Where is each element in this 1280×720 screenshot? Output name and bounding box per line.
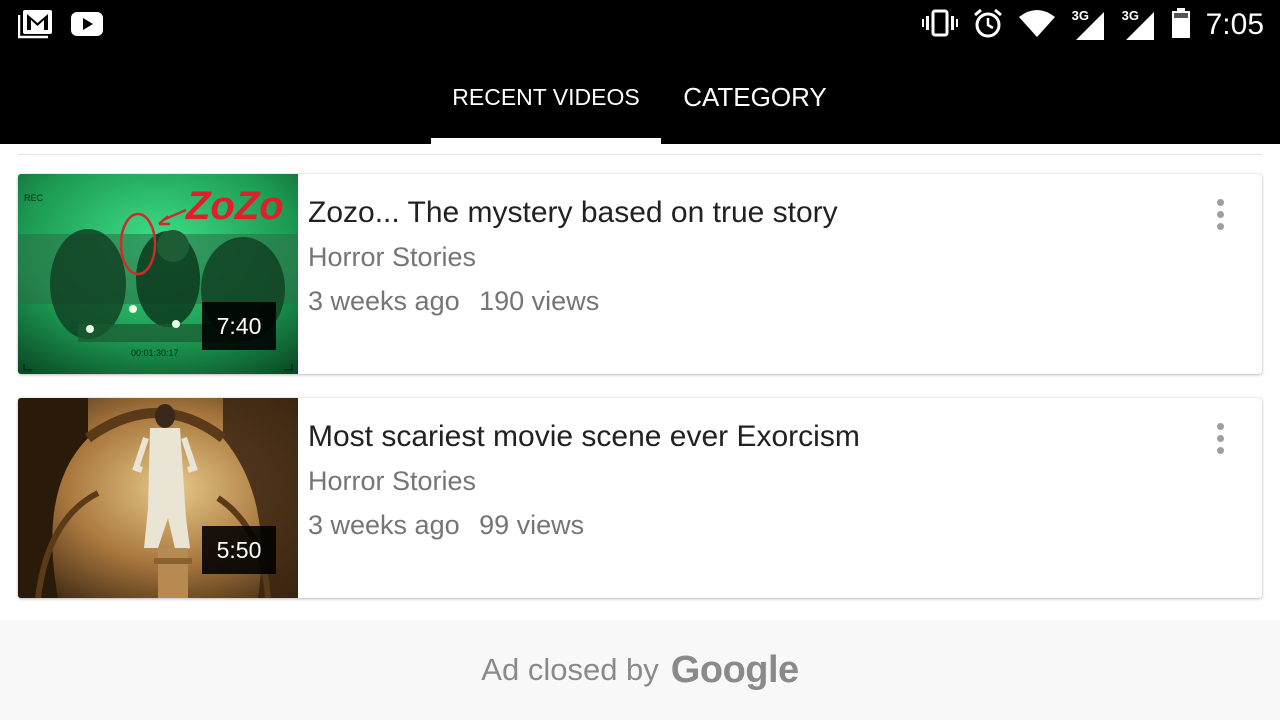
status-bar: 3G 3G 7:05 <box>0 0 1280 50</box>
more-vert-icon <box>1216 222 1224 230</box>
more-vert-icon <box>1216 446 1224 454</box>
video-meta: 3 weeks ago 190 views <box>308 281 1188 321</box>
thumbnail-rec-label: REC <box>24 193 44 203</box>
wifi-icon <box>1018 8 1056 43</box>
more-vert-icon <box>1216 198 1224 206</box>
more-options-button[interactable] <box>1200 418 1240 458</box>
tab-bar: RECENT VIDEOS CATEGORY <box>0 50 1280 144</box>
divider <box>18 154 1262 155</box>
tab-recent-videos[interactable]: RECENT VIDEOS <box>431 50 661 144</box>
video-card[interactable]: 5:50 Most scariest movie scene ever Exor… <box>18 398 1262 598</box>
notification-icons <box>17 9 104 44</box>
video-title[interactable]: Most scariest movie scene ever Exorcism <box>308 416 1188 458</box>
ad-brand-logo: Google <box>670 648 799 691</box>
gmail-icon <box>17 9 54 44</box>
system-icons: 3G 3G 7:05 <box>921 4 1264 46</box>
video-thumbnail[interactable]: 5:50 <box>18 398 298 598</box>
ad-banner: Ad closed by Google <box>0 620 1280 720</box>
video-meta: 3 weeks ago 99 views <box>308 505 1188 545</box>
thumbnail-timestamp: 00:01:30:17 <box>131 348 179 358</box>
ad-closed-text: Ad closed by <box>481 652 659 687</box>
view-count: 99 views <box>479 510 585 540</box>
view-count: 190 views <box>479 286 600 316</box>
upload-age: 3 weeks ago <box>308 286 460 316</box>
youtube-icon <box>70 9 104 44</box>
video-title[interactable]: Zozo... The mystery based on true story <box>308 192 1188 234</box>
duration-badge: 5:50 <box>202 526 276 574</box>
video-thumbnail[interactable]: ZoZo REC 00:01:30:17 7:40 <box>18 174 298 374</box>
signal-1: 3G <box>1070 8 1106 42</box>
channel-name: Horror Stories <box>308 242 477 272</box>
tab-category[interactable]: CATEGORY <box>672 50 838 144</box>
video-card[interactable]: ZoZo REC 00:01:30:17 7:40 Zozo... The my… <box>18 174 1262 374</box>
signal-2: 3G <box>1120 8 1156 42</box>
alarm-icon <box>972 7 1004 44</box>
duration-badge: 7:40 <box>202 302 276 350</box>
upload-age: 3 weeks ago <box>308 510 460 540</box>
clock: 7:05 <box>1205 8 1264 41</box>
channel-name: Horror Stories <box>308 466 477 496</box>
battery-icon <box>1170 7 1192 44</box>
more-vert-icon <box>1216 422 1224 430</box>
thumbnail-overlay-text: ZoZo <box>185 184 284 228</box>
video-info: Zozo... The mystery based on true story … <box>308 192 1188 321</box>
video-list: ZoZo REC 00:01:30:17 7:40 Zozo... The my… <box>0 144 1280 620</box>
video-info: Most scariest movie scene ever Exorcism … <box>308 416 1188 545</box>
more-vert-icon <box>1216 210 1224 218</box>
more-options-button[interactable] <box>1200 194 1240 234</box>
more-vert-icon <box>1216 434 1224 442</box>
vibrate-icon <box>921 8 958 43</box>
